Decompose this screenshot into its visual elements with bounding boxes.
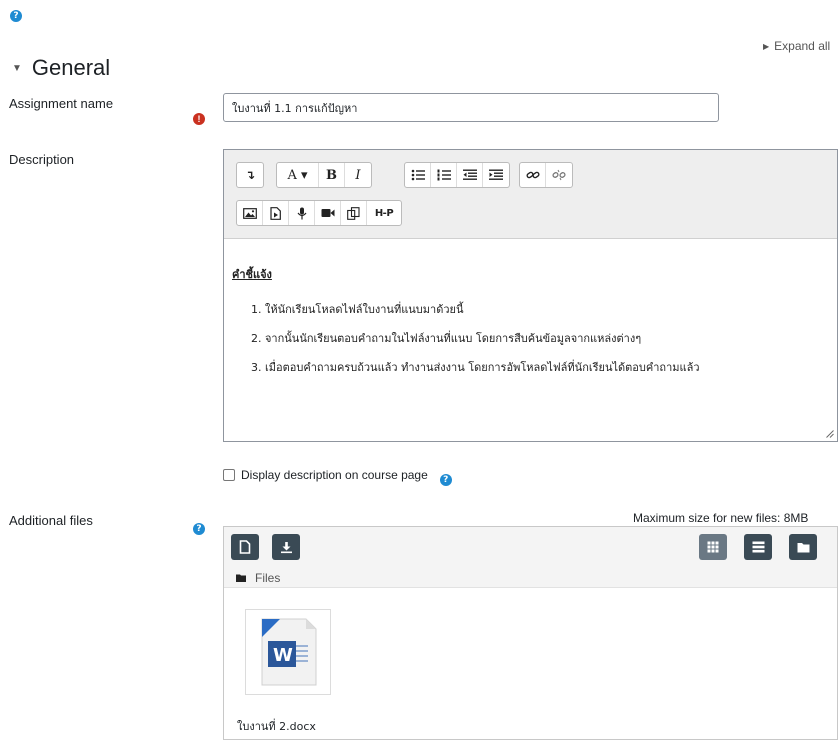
svg-text:W: W [273,645,293,666]
toolbar-group-collapse: ↴ [236,162,264,188]
file-manager: Files W ใบงานที่ 2.docx [223,526,838,740]
section-title: General [31,55,111,80]
toolbar-group-links [519,162,573,188]
assignment-name-label: Assignment name [9,96,114,111]
file-path-breadcrumb: Files [236,571,280,585]
instruction-item-2: 2. จากนั้นนักเรียนตอบคำถามในไฟล์งานที่แน… [251,332,642,345]
outdent-icon[interactable] [457,163,483,187]
expand-all-link[interactable]: ▶ Expand all [763,39,830,53]
toolbar-group-lists [404,162,510,188]
italic-button[interactable]: I [345,163,371,187]
grid-view-icon [707,541,719,553]
numbered-list-icon[interactable] [431,163,457,187]
file-manager-toolbar: Files [224,527,837,588]
additional-files-label: Additional files [9,513,93,528]
microphone-icon[interactable] [289,201,315,225]
description-editor: ↴ A ▾ B I H-P คำชี้แจ้ง 1. ให้นักเรียนโห… [223,149,838,442]
help-icon[interactable]: ? [439,474,452,486]
chevron-down-icon: ▼ [12,62,22,74]
download-icon [280,541,292,553]
max-file-size-note: Maximum size for new files: 8MB [633,511,809,525]
expand-all-label: Expand all [774,39,831,53]
instruction-item-1: 1. ให้นักเรียนโหลดไฟล์ใบงานที่แนบมาด้วยน… [251,303,464,316]
toolbar-toggle-button[interactable]: ↴ [237,163,263,187]
video-camera-icon[interactable] [315,201,341,225]
paragraph-style-button[interactable]: A ▾ [277,163,319,187]
unlink-icon[interactable] [546,163,572,187]
file-icon [239,540,251,554]
download-all-button[interactable] [272,534,300,560]
instruction-item-3: 3. เมื่อตอบคำถามครบถ้วนแล้ว ทำงานส่งงาน … [251,361,700,374]
editor-toolbar: ↴ A ▾ B I H-P [224,150,837,239]
file-thumbnail: W [245,609,331,695]
folder-icon [236,574,246,582]
toolbar-group-format: A ▾ B I [276,162,372,188]
help-icon[interactable]: ? [10,10,22,22]
link-icon[interactable] [520,163,546,187]
word-document-icon: W [261,618,317,686]
display-description-label: Display description on course page [241,468,428,482]
required-icon: ! [193,113,205,125]
file-tile[interactable]: W ใบงานที่ 2.docx [226,599,346,733]
image-icon[interactable] [237,201,263,225]
view-list-button[interactable] [744,534,772,560]
bullet-list-icon[interactable] [405,163,431,187]
section-header-general[interactable]: ▼ General [12,55,110,81]
h5p-icon[interactable]: H-P [367,201,401,225]
list-view-icon [752,541,764,553]
view-tree-button[interactable] [789,534,817,560]
editor-content[interactable]: คำชี้แจ้ง 1. ให้นักเรียนโหลดไฟล์ใบงานที่… [224,238,837,441]
toolbar-group-media: H-P [236,200,402,226]
bold-button[interactable]: B [319,163,345,187]
description-label: Description [9,152,75,167]
add-file-button[interactable] [231,534,259,560]
folder-icon [797,542,809,552]
display-description-checkbox[interactable] [223,469,235,481]
manage-files-icon[interactable] [341,201,367,225]
display-description-row: Display description on course page ? [223,464,452,486]
help-icon[interactable]: ? [193,523,205,535]
caret-right-icon: ▶ [763,41,770,51]
indent-icon[interactable] [483,163,509,187]
content-heading: คำชี้แจ้ง [232,268,272,281]
path-label[interactable]: Files [255,571,280,585]
file-name: ใบงานที่ 2.docx [237,720,316,733]
assignment-name-input[interactable] [223,93,719,122]
media-icon[interactable] [263,201,289,225]
resize-handle-icon[interactable] [826,430,834,438]
view-icons-button[interactable] [699,534,727,560]
